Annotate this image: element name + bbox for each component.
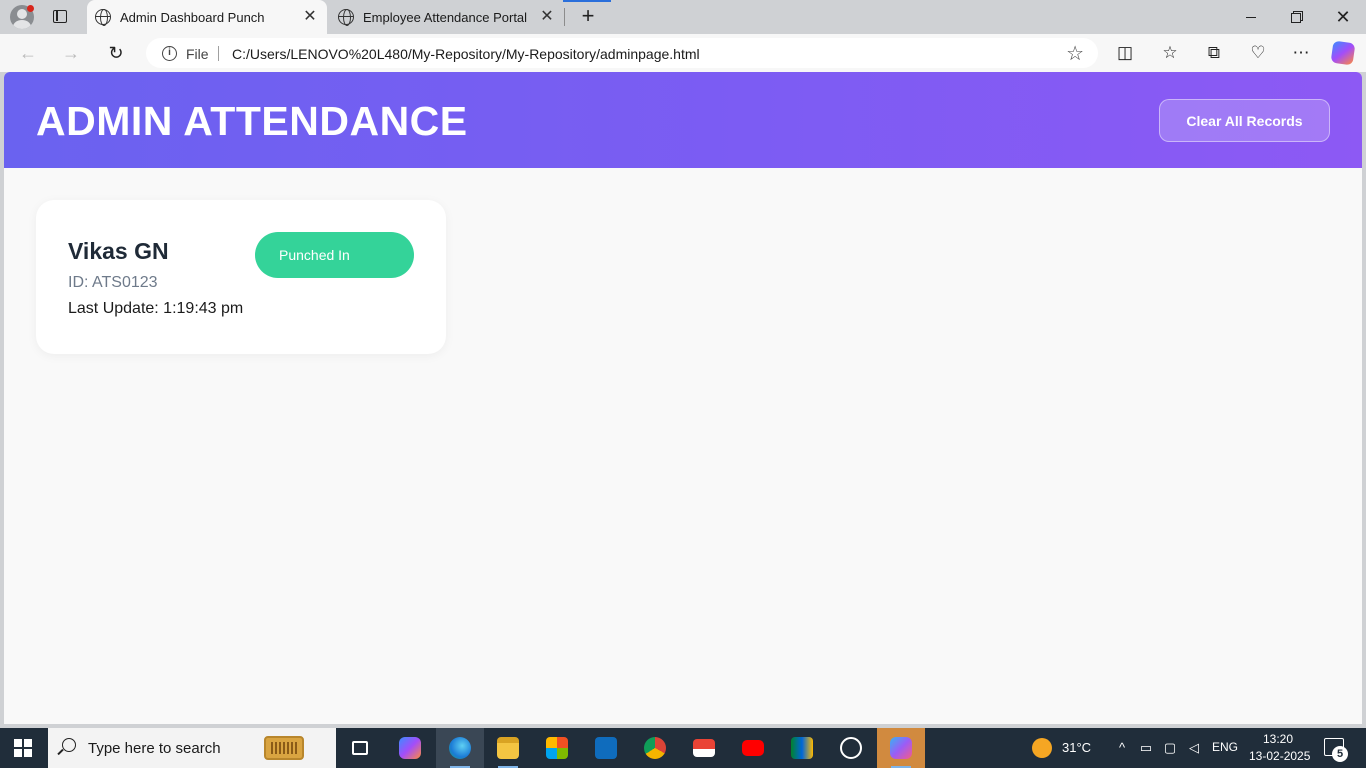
loading-indicator xyxy=(563,0,611,2)
youtube-icon[interactable] xyxy=(729,728,777,768)
meet-now-icon[interactable]: ▢ xyxy=(1162,740,1178,756)
back-button[interactable]: ← xyxy=(14,40,42,66)
microsoft-365-icon[interactable] xyxy=(877,728,925,768)
favorite-star-icon[interactable]: ☆ xyxy=(1066,41,1084,66)
collections-icon[interactable]: ⧉ xyxy=(1203,42,1225,64)
tab-close-icon[interactable]: ✕ xyxy=(538,8,556,26)
profile-notification-dot xyxy=(27,5,34,12)
restore-button[interactable] xyxy=(1274,0,1320,34)
copilot-icon[interactable] xyxy=(1330,40,1356,66)
search-icon xyxy=(62,738,76,752)
chrome-icon[interactable] xyxy=(631,728,679,768)
info-icon[interactable]: i xyxy=(162,46,177,61)
task-view-icon[interactable] xyxy=(336,728,384,768)
weather-sun-icon[interactable] xyxy=(1032,738,1052,758)
search-highlight-radio-icon[interactable] xyxy=(264,736,304,760)
edge-icon[interactable] xyxy=(436,728,484,768)
clock-time[interactable]: 13:20 xyxy=(1263,732,1293,746)
scheme-label: File xyxy=(186,46,209,62)
search-placeholder: Type here to search xyxy=(88,740,221,757)
microsoft-store-icon[interactable] xyxy=(533,728,581,768)
language-indicator[interactable]: ENG xyxy=(1212,740,1238,754)
show-hidden-icons-chevron-icon[interactable]: ^ xyxy=(1114,740,1130,756)
globe-icon xyxy=(95,9,111,26)
tab-separator xyxy=(564,8,565,26)
split-screen-icon[interactable]: ◫ xyxy=(1114,42,1136,64)
globe-icon xyxy=(338,9,354,26)
new-tab-button[interactable]: + xyxy=(576,5,600,29)
windows-start-icon[interactable] xyxy=(14,739,32,757)
tab-admin-dashboard[interactable]: Admin Dashboard Punch ✕ xyxy=(87,0,327,34)
last-update: Last Update: 1:19:43 pm xyxy=(68,300,244,317)
forward-button[interactable]: → xyxy=(57,40,85,66)
address-separator xyxy=(218,46,219,61)
employee-name: Vikas GN xyxy=(68,238,169,264)
page-header: ADMIN ATTENDANCE Clear All Records xyxy=(4,72,1362,168)
page-viewport: ADMIN ATTENDANCE Clear All Records Vikas… xyxy=(4,72,1362,724)
employee-id: ID: ATS0123 xyxy=(68,274,158,291)
notification-count-badge: 5 xyxy=(1332,746,1348,762)
clock-date[interactable]: 13-02-2025 xyxy=(1249,749,1310,763)
favorites-icon[interactable]: ☆ xyxy=(1159,42,1181,64)
outlook-icon[interactable] xyxy=(582,728,630,768)
weather-temperature[interactable]: 31°C xyxy=(1062,740,1091,755)
page-title: ADMIN ATTENDANCE xyxy=(36,98,468,144)
employee-card: Vikas GN ID: ATS0123 Last Update: 1:19:4… xyxy=(36,200,446,354)
minimize-button[interactable] xyxy=(1228,0,1274,34)
copilot-app-icon[interactable] xyxy=(386,728,434,768)
file-explorer-icon[interactable] xyxy=(484,728,532,768)
status-badge: Punched In xyxy=(255,232,414,278)
tab-close-icon[interactable]: ✕ xyxy=(301,8,319,26)
windows-taskbar: Type here to search 31°C ^ ▭ ▢ ◁ ENG 13:… xyxy=(0,728,1366,768)
url-text[interactable]: C:/Users/LENOVO%20L480/My-Repository/My-… xyxy=(232,46,700,62)
browser-tab-strip: Admin Dashboard Punch ✕ Employee Attenda… xyxy=(0,0,1366,34)
tab-employee-portal[interactable]: Employee Attendance Portal ✕ xyxy=(330,0,564,34)
google-meet-icon[interactable] xyxy=(778,728,826,768)
tab-title: Employee Attendance Portal xyxy=(363,10,528,25)
more-options-icon[interactable]: ⋯ xyxy=(1290,42,1312,64)
browser-toolbar: ← → ↻ i File C:/Users/LENOVO%20L480/My-R… xyxy=(0,34,1366,72)
tab-actions-icon[interactable] xyxy=(50,7,70,27)
gmail-icon[interactable] xyxy=(680,728,728,768)
tab-title: Admin Dashboard Punch xyxy=(120,10,265,25)
browser-essentials-icon[interactable]: ♡ xyxy=(1247,42,1269,64)
volume-icon[interactable]: ◁ xyxy=(1186,740,1202,756)
clear-all-records-button[interactable]: Clear All Records xyxy=(1159,99,1330,142)
battery-icon[interactable]: ▭ xyxy=(1138,740,1154,756)
chatgpt-icon[interactable] xyxy=(827,728,875,768)
refresh-button[interactable]: ↻ xyxy=(102,40,130,66)
address-bar[interactable]: i File C:/Users/LENOVO%20L480/My-Reposit… xyxy=(146,38,1098,68)
close-window-button[interactable]: ✕ xyxy=(1320,0,1366,34)
